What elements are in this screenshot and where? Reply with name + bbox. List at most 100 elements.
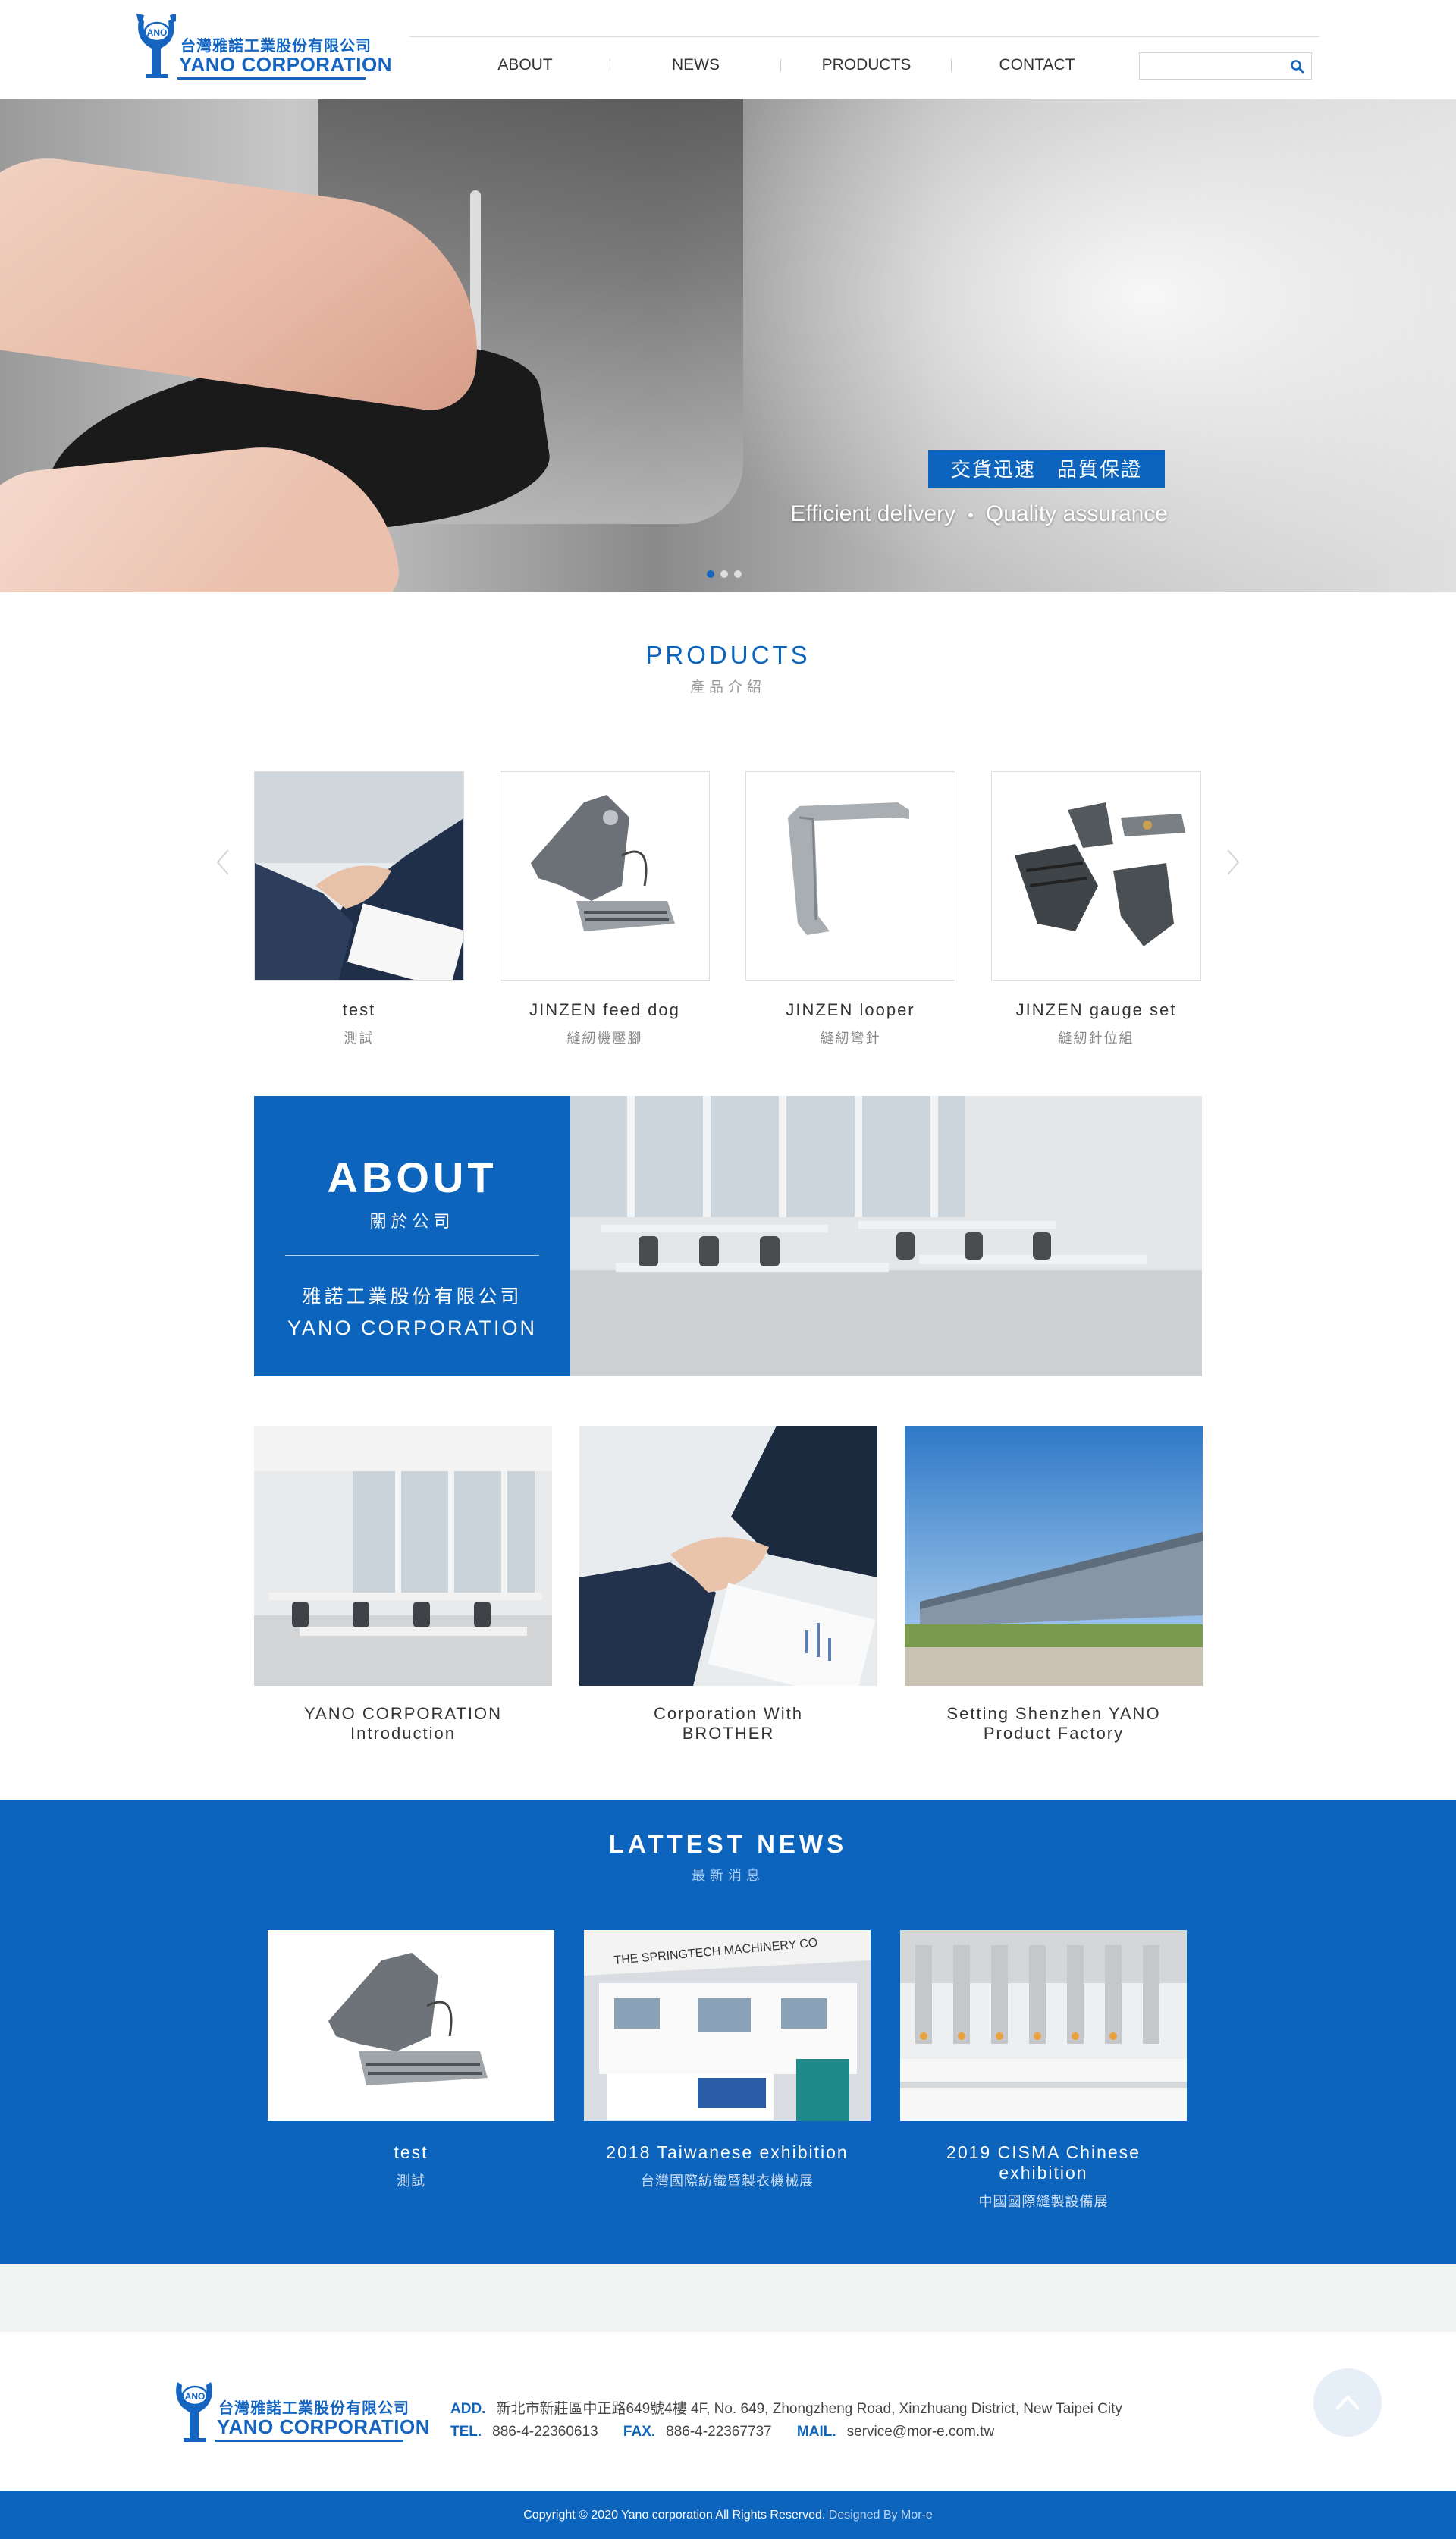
hero-slide-dot-2[interactable]	[720, 570, 728, 578]
hero-slide-dot-3[interactable]	[734, 570, 742, 578]
tel-value[interactable]: 886-4-22360613	[492, 2424, 598, 2440]
products-title: PRODUCTS	[645, 641, 811, 669]
footer-address-row: ADD. 新北市新莊區中正路649號4樓 4F, No. 649, Zhongzh…	[450, 2398, 1122, 2421]
nav-item-about[interactable]: ABOUT	[440, 53, 610, 77]
logo-mark-text: ANO	[185, 2391, 206, 2402]
highlights-section: YANO CORPORATION Introduction Corporation…	[254, 1426, 1203, 1744]
nav-label: PRODUCTS	[821, 56, 912, 74]
logo-underline	[215, 2440, 403, 2442]
news-heading: LATTEST NEWS 最新消息	[0, 1830, 1456, 1885]
about-section[interactable]: ABOUT 關於公司 雅諾工業股份有限公司 YANO CORPORATION	[254, 1096, 1202, 1376]
highlight-image	[254, 1426, 552, 1686]
footer-contact-info: ADD. 新北市新莊區中正路649號4樓 4F, No. 649, Zhongzh…	[450, 2398, 1122, 2443]
news-subtitle: 台灣國際紡織暨製衣機械展	[641, 2173, 814, 2189]
news-card[interactable]: test 測試	[268, 1930, 554, 2190]
highlight-image	[905, 1426, 1203, 1686]
designer-credit-link[interactable]: Designed By Mor-e	[829, 2509, 933, 2522]
news-name: 2018 Taiwanese exhibition	[606, 2142, 849, 2162]
logo-mark-icon: ANO	[176, 2382, 212, 2442]
feed-dog-image	[500, 772, 709, 980]
product-card[interactable]: JINZEN gauge set 縫紉針位組	[991, 771, 1201, 1047]
news-card[interactable]: 2019 CISMA Chinese exhibition 中國國際縫製設備展	[900, 1930, 1187, 2211]
news-name: test	[394, 2142, 428, 2162]
logo-english-name: YANO CORPORATION	[179, 53, 393, 76]
highlight-title-line: BROTHER	[682, 1724, 775, 1743]
about-office-image	[570, 1096, 1202, 1376]
product-name: JINZEN looper	[786, 1000, 915, 1019]
back-to-top-button[interactable]	[1313, 2368, 1382, 2437]
hero-caption-right: Quality assurance	[985, 501, 1168, 526]
news-section: LATTEST NEWS 最新消息 test 測試 THE SPRINGTECH…	[0, 1800, 1456, 2264]
highlight-card[interactable]: Setting Shenzhen YANO Product Factory	[905, 1426, 1203, 1743]
highlight-title-line: Product Factory	[983, 1724, 1125, 1743]
office-photo	[570, 1096, 1202, 1376]
exhibition-booth-image: THE SPRINGTECH MACHINERY CO	[584, 1930, 871, 2121]
nav-item-contact[interactable]: CONTACT	[952, 53, 1122, 77]
highlight-title: Setting Shenzhen YANO Product Factory	[905, 1704, 1203, 1743]
logo-mark-text: ANO	[147, 27, 168, 38]
logo-underline	[177, 77, 366, 80]
mail-link[interactable]: service@mor-e.com.tw	[847, 2424, 995, 2440]
address-value: 新北市新莊區中正路649號4樓 4F, No. 649, Zhongzheng …	[496, 2401, 1122, 2417]
fax-label: FAX.	[623, 2424, 656, 2440]
product-name: JINZEN gauge set	[1015, 1000, 1177, 1019]
highlight-image	[579, 1426, 877, 1686]
highlight-title-line: YANO CORPORATION	[304, 1704, 502, 1723]
about-subtitle: 關於公司	[369, 1212, 455, 1231]
product-card[interactable]: JINZEN feed dog 縫紉機壓腳	[500, 771, 710, 1047]
news-image	[900, 1930, 1187, 2121]
nav-item-products[interactable]: PRODUCTS	[781, 53, 952, 77]
logo-english-name: YANO CORPORATION	[217, 2415, 431, 2438]
hero-caption: Efficient delivery • Quality assurance	[743, 501, 1168, 527]
highlight-card[interactable]: Corporation With BROTHER	[579, 1426, 877, 1743]
about-panel: ABOUT 關於公司 雅諾工業股份有限公司 YANO CORPORATION	[254, 1096, 570, 1376]
site-logo[interactable]: ANO 台灣雅諾工業股份有限公司 YANO CORPORATION	[135, 14, 392, 83]
product-subtitle: 測試	[344, 1031, 375, 1046]
news-name: 2019 CISMA Chinese exhibition	[946, 2142, 1141, 2183]
footer-logo[interactable]: ANO 台灣雅諾工業股份有限公司 YANO CORPORATION	[173, 2377, 430, 2450]
products-heading: PRODUCTS 產品介紹	[0, 641, 1456, 696]
nav-divider	[410, 36, 1320, 37]
footer-spacer-band	[0, 2264, 1456, 2332]
site-header: ANO 台灣雅諾工業股份有限公司 YANO CORPORATION ABOUT …	[0, 0, 1456, 99]
highlight-title: Corporation With BROTHER	[579, 1704, 877, 1743]
hero-caption-separator: •	[968, 506, 974, 525]
about-company-english: YANO CORPORATION	[287, 1317, 538, 1339]
product-image	[254, 771, 464, 981]
product-subtitle: 縫紉機壓腳	[566, 1031, 643, 1046]
nav-item-news[interactable]: NEWS	[610, 53, 781, 77]
fax-value: 886-4-22367737	[666, 2424, 772, 2440]
logo-chinese-name: 台灣雅諾工業股份有限公司	[218, 2400, 410, 2417]
logo-mark-icon: ANO	[136, 14, 176, 78]
handshake-photo	[579, 1426, 877, 1686]
search-input[interactable]	[1143, 55, 1279, 77]
carousel-prev-icon[interactable]	[215, 847, 231, 877]
news-image	[268, 1930, 554, 2121]
feed-dog-image	[268, 1930, 554, 2121]
about-company-chinese: 雅諾工業股份有限公司	[302, 1286, 522, 1307]
hero-caption-left: Efficient delivery	[790, 501, 956, 526]
copyright-text: Copyright © 2020 Yano corporation All Ri…	[523, 2509, 826, 2522]
nav-label: CONTACT	[999, 56, 1075, 74]
product-card[interactable]: test 測試	[254, 771, 464, 1047]
highlight-card[interactable]: YANO CORPORATION Introduction	[254, 1426, 552, 1743]
nav-label: NEWS	[672, 56, 720, 74]
products-carousel: test 測試 JINZEN feed dog 縫紉機壓腳 JINZEN loo…	[216, 771, 1240, 1052]
highlight-title-line: Setting Shenzhen YANO	[946, 1704, 1161, 1723]
site-footer: ANO 台灣雅諾工業股份有限公司 YANO CORPORATION ADD. 新北…	[0, 2332, 1456, 2491]
hero-tagline-badge: 交貨迅速 品質保證	[928, 450, 1165, 488]
highlight-title: YANO CORPORATION Introduction	[254, 1704, 552, 1743]
news-subtitle: 最新消息	[692, 1868, 764, 1883]
products-subtitle: 產品介紹	[689, 679, 766, 695]
search-icon[interactable]	[1290, 59, 1305, 74]
search-box	[1139, 52, 1312, 80]
product-card[interactable]: JINZEN looper 縫紉彎針	[745, 771, 956, 1047]
hero-slide-dot-1[interactable]	[707, 570, 714, 578]
news-subtitle: 中國國際縫製設備展	[978, 2194, 1109, 2209]
hero-banner[interactable]: 交貨迅速 品質保證 Efficient delivery • Quality ass…	[0, 99, 1456, 592]
news-subtitle: 測試	[397, 2173, 425, 2189]
looper-image	[746, 772, 955, 980]
product-subtitle: 縫紉針位組	[1058, 1031, 1134, 1046]
news-card[interactable]: THE SPRINGTECH MACHINERY CO 2018 Taiwane…	[584, 1930, 871, 2190]
carousel-next-icon[interactable]	[1225, 847, 1241, 877]
